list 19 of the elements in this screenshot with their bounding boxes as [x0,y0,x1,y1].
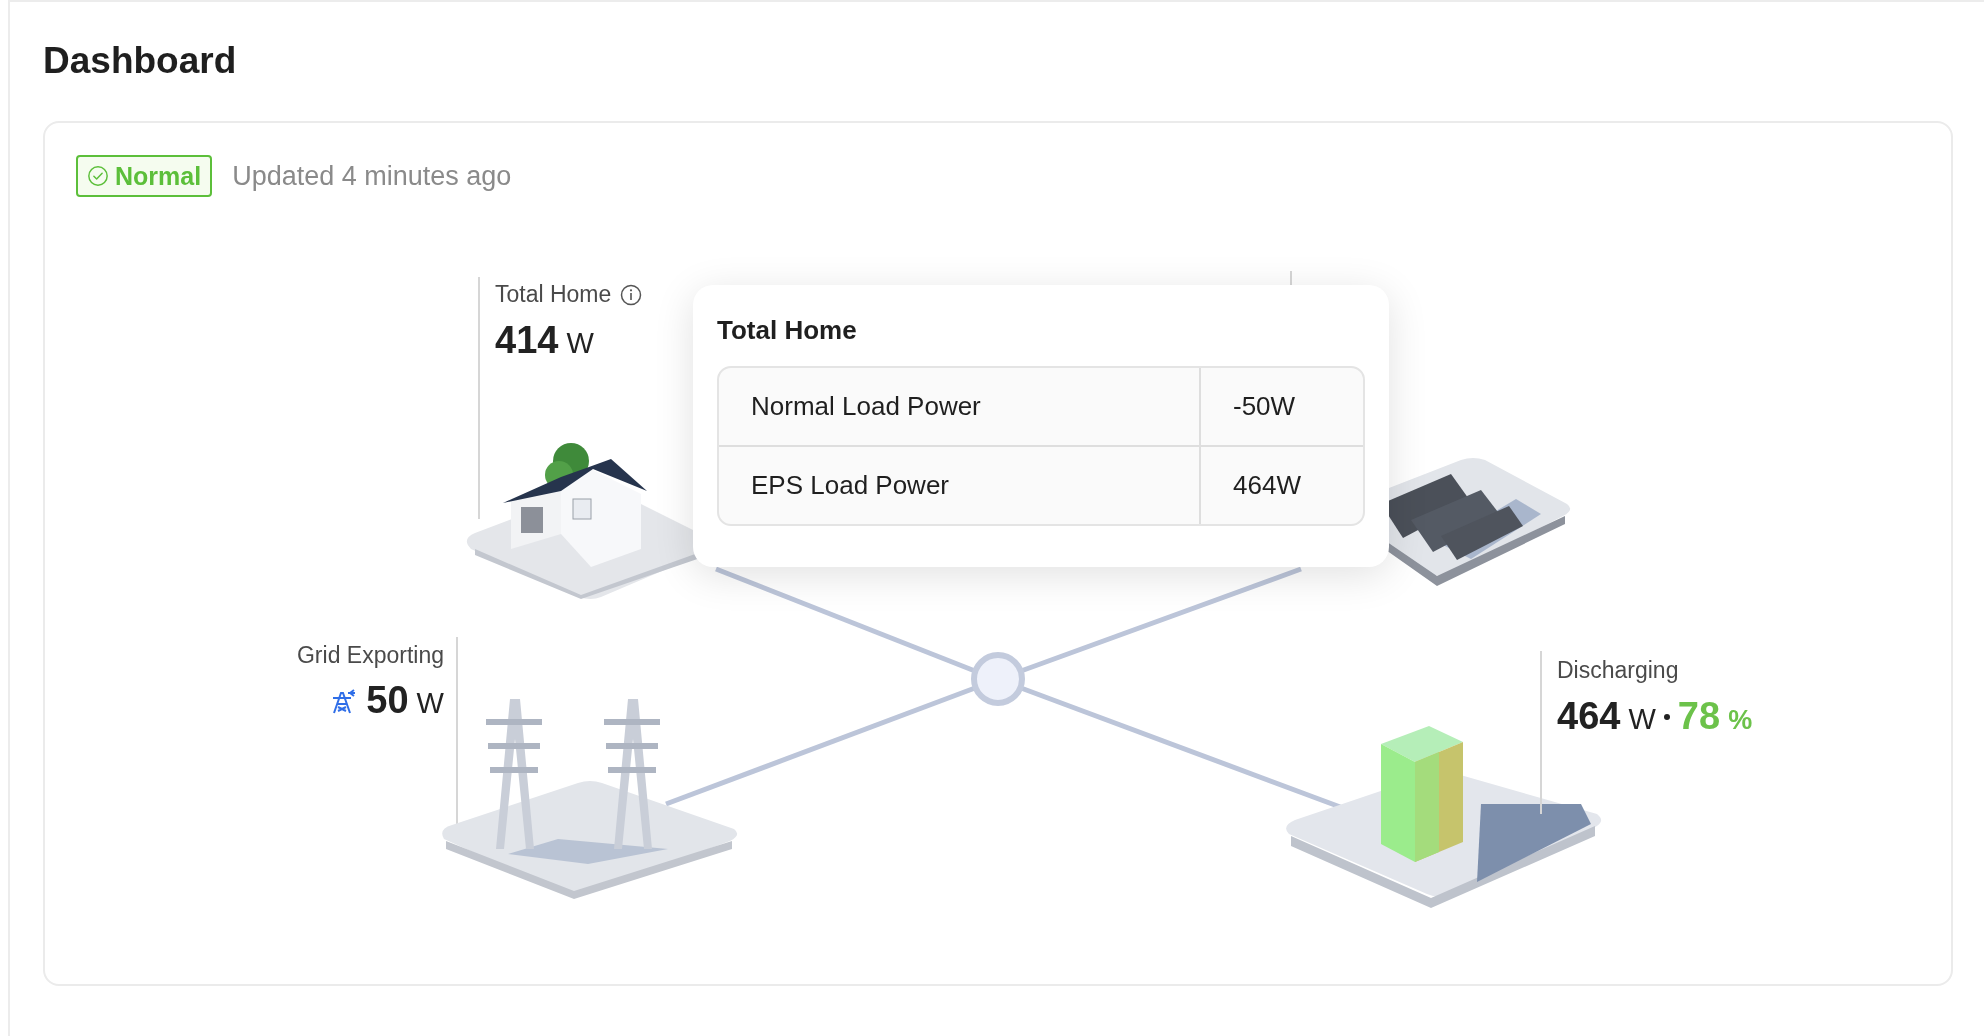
status-badge: Normal [76,155,213,197]
info-icon[interactable] [619,282,644,307]
power-value: 464 W [1557,695,1656,738]
power-value: 50 W [366,679,444,722]
node-label: Total Home [495,281,612,308]
charge-percent: 78 % [1677,695,1753,738]
tooltip-title: Total Home [717,315,857,346]
table-cell: Normal Load Power [719,368,1201,445]
hub-node [971,652,1025,706]
table-cell-text: -50W [1232,390,1297,423]
node-label: Discharging [1557,657,1679,684]
separator-dot [1663,713,1670,720]
check-circle-icon [87,165,109,187]
power-value: 414 W [495,319,594,362]
updated-text: Updated 4 minutes ago [232,160,512,193]
table-cell: EPS Load Power [719,447,1201,524]
node-label: Grid Exporting [297,642,444,669]
table-cell-text: 464W [1232,469,1302,502]
page-title: Dashboard [43,39,238,83]
